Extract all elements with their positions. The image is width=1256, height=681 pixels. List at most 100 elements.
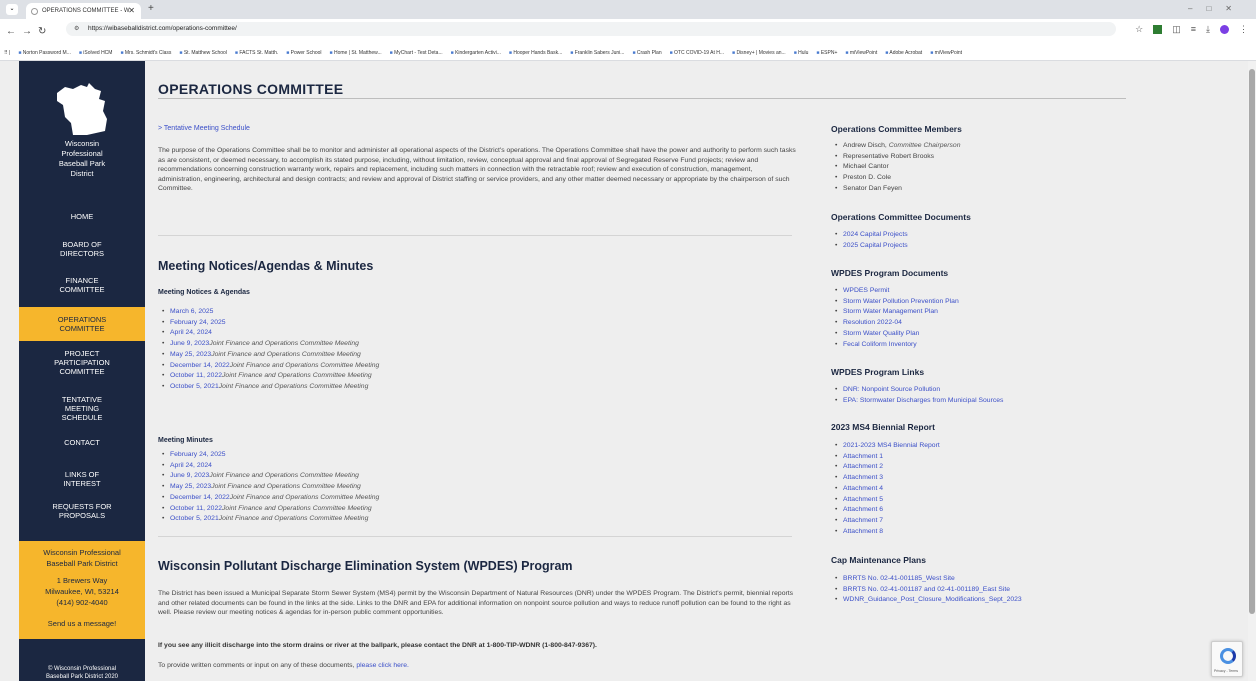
recaptcha-badge[interactable]: Privacy - Terms <box>1211 641 1243 677</box>
reading-list-icon[interactable]: ≡ <box>1191 24 1196 35</box>
bookmark-item[interactable]: OTC COVID-19 At H... <box>670 50 724 56</box>
bookmark-item[interactable]: Adobe Acrobat <box>885 50 922 56</box>
cap-plan-link[interactable]: BRRTS No. 02-41-001187 and 02-41-001189_… <box>843 586 1010 593</box>
nav-item-requests-for-proposals[interactable]: REQUESTS FOR PROPOSALS <box>19 499 145 523</box>
list-item: Attachment 4 <box>835 484 940 495</box>
meeting-date-link[interactable]: December 14, 2022 <box>170 494 230 501</box>
bookmark-item[interactable]: MyChart - Test Deta... <box>390 50 443 56</box>
nav-item-contact[interactable]: CONTACT <box>19 435 145 449</box>
meeting-date-link[interactable]: May 25, 2023 <box>170 483 211 490</box>
window-controls[interactable]: –□✕ <box>1188 4 1246 13</box>
cap-plan-link[interactable]: BRRTS No. 02-41-001185_West Site <box>843 575 955 582</box>
committee-doc-link[interactable]: 2025 Capital Projects <box>843 242 908 249</box>
meeting-date-link[interactable]: April 24, 2024 <box>170 462 212 469</box>
bookmark-item[interactable]: Disney+ | Movies an... <box>732 50 786 56</box>
wpdes-doc-link[interactable]: WPDES Permit <box>843 287 889 294</box>
ms4-doc-link[interactable]: Attachment 2 <box>843 463 883 470</box>
address-bar[interactable]: ⚙ https://wibaseballdistrict.com/operati… <box>66 22 1116 36</box>
nav-item-links-of-interest[interactable]: LINKS OF INTEREST <box>19 467 145 491</box>
bookmark-item[interactable]: Crash Plan <box>632 50 661 56</box>
forward-icon[interactable]: → <box>22 26 32 37</box>
ms4-doc-link[interactable]: Attachment 8 <box>843 528 883 535</box>
bookmark-item[interactable]: Hulu <box>794 50 809 56</box>
scrollbar[interactable] <box>1248 61 1256 681</box>
committee-doc-link[interactable]: 2024 Capital Projects <box>843 231 908 238</box>
comment-link[interactable]: please click here. <box>356 662 409 669</box>
web-page: Wisconsin Professional Baseball Park Distri… <box>0 61 1256 681</box>
meeting-date-link[interactable]: February 24, 2025 <box>170 451 226 458</box>
extensions-puzzle-icon[interactable]: ◫ <box>1172 24 1181 35</box>
wisconsin-logo-icon[interactable] <box>51 79 113 139</box>
menu-kebab-icon[interactable]: ⋮ <box>1239 24 1248 35</box>
bookmark-item[interactable]: Home | St. Matthew... <box>330 50 382 56</box>
list-item: BRRTS No. 02-41-001187 and 02-41-001189_… <box>835 585 1022 596</box>
bookmark-item[interactable]: miViewPoint <box>845 50 877 56</box>
wpdes-external-link[interactable]: EPA: Stormwater Discharges from Municipa… <box>843 397 1003 404</box>
download-icon[interactable]: ⤓ <box>1206 24 1210 35</box>
wpdes-external-link[interactable]: DNR: Nonpoint Source Pollution <box>843 386 940 393</box>
meeting-date-link[interactable]: March 6, 2025 <box>170 308 213 315</box>
ms4-doc-link[interactable]: Attachment 4 <box>843 485 883 492</box>
wpdes-heading: Wisconsin Pollutant Discharge Eliminatio… <box>158 559 573 573</box>
nav-item-finance-committee[interactable]: FINANCE COMMITTEE <box>19 273 145 297</box>
cap-plan-link[interactable]: WDNR_Guidance_Post_Closure_Modifications… <box>843 596 1022 603</box>
meeting-date-link[interactable]: June 9, 2023 <box>170 472 209 479</box>
meeting-date-link[interactable]: June 9, 2023 <box>170 340 209 347</box>
ms4-doc-link[interactable]: Attachment 3 <box>843 474 883 481</box>
bookmark-item[interactable]: Power School <box>286 50 321 56</box>
bookmark-item[interactable]: FACTS St. Matth. <box>235 50 278 56</box>
close-icon[interactable]: ✕ <box>128 6 135 15</box>
ms4-doc-link[interactable]: Attachment 1 <box>843 453 883 460</box>
nav-item-tentative-meeting-schedule[interactable]: TENTATIVE MEETING SCHEDULE <box>19 391 145 425</box>
bookmark-item[interactable]: Mrs. Schmidt's Class <box>120 50 171 56</box>
bookmark-item[interactable]: Norton Password M... <box>18 50 71 56</box>
meeting-date-link[interactable]: April 24, 2024 <box>170 329 212 336</box>
browser-tab[interactable]: OPERATIONS COMMITTEE - W ✕ <box>26 3 141 19</box>
site-info-icon[interactable]: ⚙ <box>74 25 79 32</box>
tab-search-button[interactable]: ⌄ <box>6 4 18 15</box>
back-icon[interactable]: ← <box>6 26 16 37</box>
send-message-link[interactable]: Send us a message! <box>19 618 145 629</box>
meeting-date-link[interactable]: October 11, 2022 <box>170 505 222 512</box>
ms4-doc-link[interactable]: 2021-2023 MS4 Biennial Report <box>843 442 940 449</box>
tentative-schedule-link[interactable]: > Tentative Meeting Schedule <box>158 125 250 132</box>
list-item: June 9, 2023Joint Finance and Operations… <box>162 471 379 482</box>
site-name[interactable]: Wisconsin Professional Baseball Park Distri… <box>19 139 145 179</box>
wpdes-doc-link[interactable]: Storm Water Pollution Prevention Plan <box>843 298 959 305</box>
bookmark-item[interactable]: Franklin Sabers Juni... <box>570 50 624 56</box>
wpdes-doc-link[interactable]: Storm Water Management Plan <box>843 308 938 315</box>
bookmark-item[interactable]: miViewPoint <box>930 50 962 56</box>
nav-item-project-participation-committee[interactable]: PROJECT PARTICIPATION COMMITTEE <box>19 345 145 379</box>
nav-item-label: LINKS OF <box>64 470 100 479</box>
wpdes-doc-link[interactable]: Storm Water Quality Plan <box>843 330 919 337</box>
bookmark-item[interactable]: Hooper Hands Bask... <box>509 50 562 56</box>
bookmark-item[interactable]: ESPN+ <box>816 50 837 56</box>
list-item: Attachment 1 <box>835 452 940 463</box>
ms4-doc-link[interactable]: Attachment 5 <box>843 496 883 503</box>
meeting-date-link[interactable]: February 24, 2025 <box>170 319 226 326</box>
meeting-date-link[interactable]: October 5, 2021 <box>170 515 219 522</box>
nav-item-operations-committee[interactable]: OPERATIONS COMMITTEE <box>19 307 145 341</box>
meeting-date-link[interactable]: October 5, 2021 <box>170 383 219 390</box>
reload-icon[interactable]: ↻ <box>38 26 46 37</box>
nav-item-home[interactable]: HOME <box>19 209 145 223</box>
bookmark-star-icon[interactable]: ☆ <box>1135 24 1143 35</box>
extension-icon[interactable] <box>1153 25 1163 34</box>
bookmark-item[interactable]: St. Matthew School <box>179 50 227 56</box>
ms4-list: 2021-2023 MS4 Biennial Report Attachment … <box>835 441 940 537</box>
nav-item-board-of-directors[interactable]: BOARD OF DIRECTORS <box>19 237 145 261</box>
new-tab-icon[interactable]: + <box>148 3 154 14</box>
ms4-doc-link[interactable]: Attachment 7 <box>843 517 883 524</box>
profile-avatar[interactable] <box>1220 25 1229 34</box>
bookmark-item[interactable]: Kindergarten Activi... <box>451 50 501 56</box>
apps-icon[interactable]: ⠿ | <box>4 50 10 56</box>
scrollbar-thumb[interactable] <box>1249 69 1255 614</box>
bookmark-item[interactable]: iSolved HCM <box>79 50 113 56</box>
wpdes-doc-link[interactable]: Resolution 2022-04 <box>843 319 902 326</box>
meeting-date-link[interactable]: October 11, 2022 <box>170 372 222 379</box>
recaptcha-text[interactable]: Privacy - Terms <box>1214 669 1238 673</box>
ms4-doc-link[interactable]: Attachment 6 <box>843 506 883 513</box>
meeting-date-link[interactable]: May 25, 2023 <box>170 351 211 358</box>
meeting-date-link[interactable]: December 14, 2022 <box>170 362 230 369</box>
wpdes-doc-link[interactable]: Fecal Coliform Inventory <box>843 341 917 348</box>
